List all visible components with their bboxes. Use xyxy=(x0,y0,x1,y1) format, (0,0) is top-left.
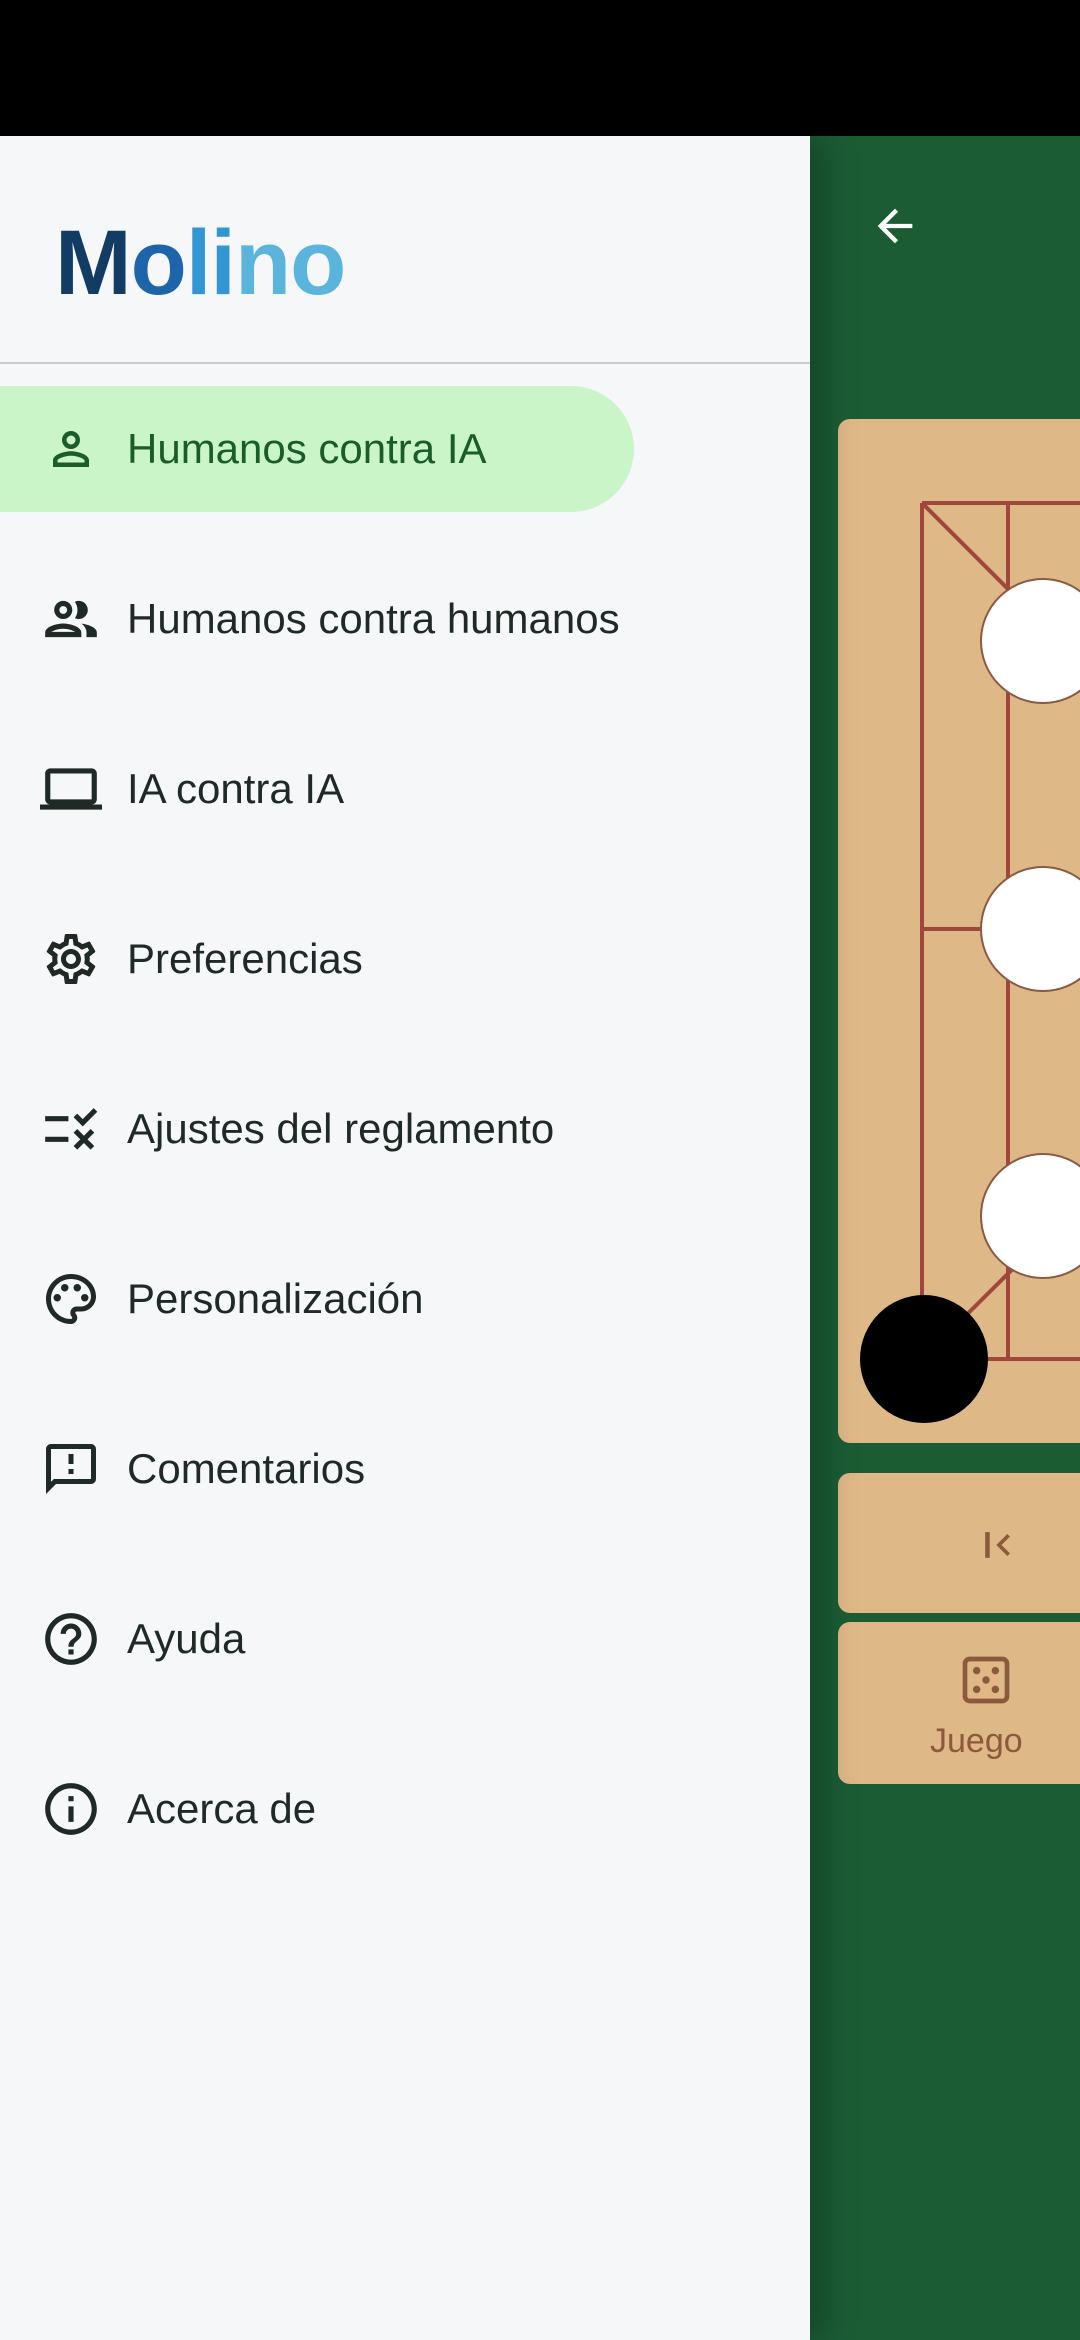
drawer-divider xyxy=(0,362,810,364)
drawer-item-label: IA contra IA xyxy=(127,765,345,812)
game-screen: Juego xyxy=(810,136,1080,2340)
person-icon xyxy=(40,418,102,480)
drawer-item-ajustes-reglamento[interactable]: Ajustes del reglamento xyxy=(0,1066,810,1192)
game-board[interactable] xyxy=(838,419,1080,1443)
status-bar xyxy=(0,0,1080,136)
drawer-item-label: Humanos contra IA xyxy=(127,425,487,472)
help-icon xyxy=(40,1608,102,1670)
drawer-item-label: Ajustes del reglamento xyxy=(127,1105,555,1152)
drawer-item-ia-contra-ia[interactable]: IA contra IA xyxy=(0,726,810,852)
gear-icon xyxy=(40,928,102,990)
info-icon xyxy=(40,1778,102,1840)
laptop-icon xyxy=(40,758,102,820)
drawer-item-personalizacion[interactable]: Personalización xyxy=(0,1236,810,1362)
drawer-item-ayuda[interactable]: Ayuda xyxy=(0,1576,810,1702)
drawer-item-humanos-contra-humanos[interactable]: Humanos contra humanos xyxy=(0,556,810,682)
first-move-button[interactable] xyxy=(838,1473,1080,1613)
back-button[interactable] xyxy=(855,186,935,266)
game-button-label: Juego xyxy=(930,1722,1023,1760)
drawer-item-preferencias[interactable]: Preferencias xyxy=(0,896,810,1022)
white-piece[interactable] xyxy=(980,1153,1080,1279)
game-button[interactable]: Juego xyxy=(838,1622,1080,1784)
first-page-icon xyxy=(985,1532,1010,1558)
navigation-drawer: Molino Humanos contra IA Humanos contra … xyxy=(0,136,810,2340)
dice-icon xyxy=(962,1656,1010,1704)
app-title: Molino xyxy=(55,212,346,314)
drawer-item-label: Humanos contra humanos xyxy=(127,595,620,642)
drawer-item-humanos-contra-ia[interactable]: Humanos contra IA xyxy=(0,386,810,512)
white-piece[interactable] xyxy=(980,866,1080,992)
white-piece[interactable] xyxy=(980,578,1080,704)
drawer-item-label: Ayuda xyxy=(127,1615,246,1662)
palette-icon xyxy=(40,1268,102,1330)
drawer-item-label: Comentarios xyxy=(127,1445,366,1492)
rule-checklist-icon xyxy=(40,1098,102,1160)
drawer-item-label: Personalización xyxy=(127,1275,424,1322)
drawer-item-label: Preferencias xyxy=(127,935,363,982)
black-piece[interactable] xyxy=(860,1295,988,1423)
drawer-item-acerca-de[interactable]: Acerca de xyxy=(0,1746,810,1872)
drawer-item-label: Acerca de xyxy=(127,1785,317,1832)
feedback-icon xyxy=(40,1438,102,1500)
drawer-item-comentarios[interactable]: Comentarios xyxy=(0,1406,810,1532)
people-icon xyxy=(40,588,102,650)
arrow-back-icon xyxy=(877,208,913,244)
